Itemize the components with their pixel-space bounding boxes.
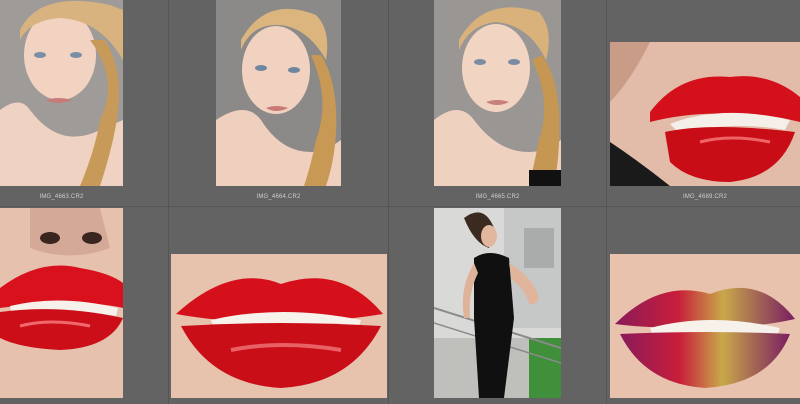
lips-image bbox=[171, 254, 387, 398]
grid-divider bbox=[388, 0, 389, 404]
photo-thumbnail[interactable] bbox=[171, 254, 387, 398]
photo-grid: IMG_4663.CR2 IMG_4664.CR2 IMG_4665.CR2 I… bbox=[0, 0, 800, 404]
grid-divider bbox=[606, 0, 607, 404]
grid-divider bbox=[168, 0, 169, 404]
lips-image bbox=[0, 208, 123, 398]
photo-thumbnail[interactable] bbox=[434, 208, 561, 398]
lips-image bbox=[610, 254, 800, 398]
filename-label: IMG_4665.CR2 bbox=[475, 194, 520, 200]
photo-thumbnail[interactable] bbox=[610, 254, 800, 398]
photo-thumbnail[interactable] bbox=[0, 208, 123, 398]
portrait-image bbox=[216, 0, 341, 186]
filename-label: IMG_4664.CR2 bbox=[256, 194, 301, 200]
photo-thumbnail[interactable] bbox=[0, 0, 123, 186]
photo-thumbnail[interactable] bbox=[216, 0, 341, 186]
fashion-image bbox=[434, 208, 561, 398]
photo-thumbnail[interactable] bbox=[610, 42, 800, 186]
lips-image bbox=[610, 42, 800, 186]
portrait-image bbox=[434, 0, 561, 186]
filename-label: IMG_4663.CR2 bbox=[39, 194, 84, 200]
photo-thumbnail[interactable] bbox=[434, 0, 561, 186]
filename-label: IMG_4689.CR2 bbox=[682, 194, 728, 200]
portrait-image bbox=[0, 0, 123, 186]
grid-divider bbox=[0, 206, 800, 207]
